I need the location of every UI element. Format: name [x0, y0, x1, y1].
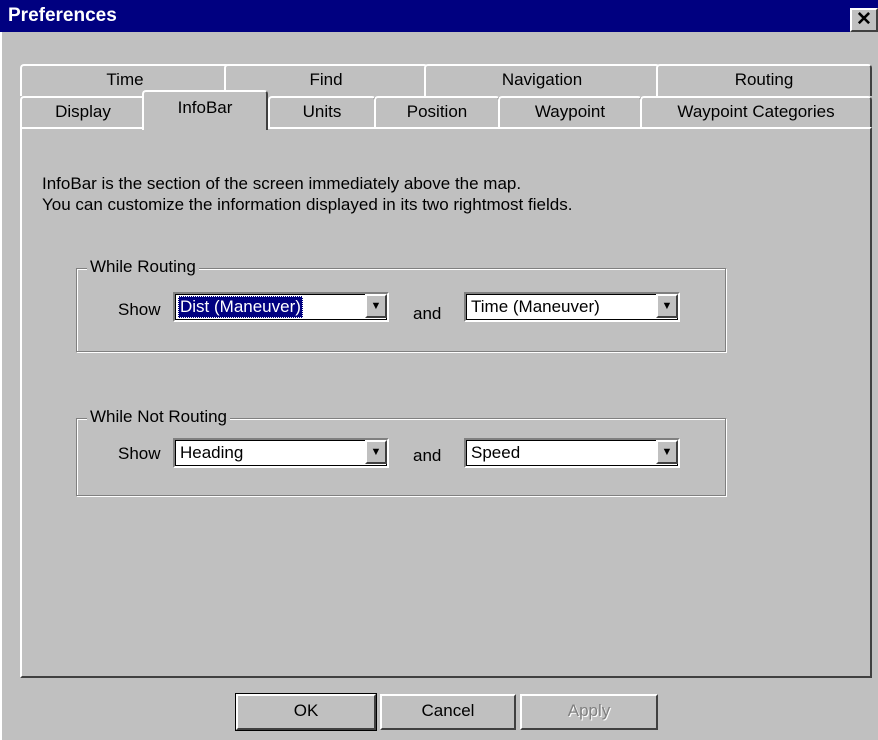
- routing-field2-select[interactable]: Time (Maneuver) ▼: [464, 292, 680, 322]
- tab-label: Waypoint: [534, 102, 606, 121]
- not-routing-field1-value: Heading: [180, 443, 244, 462]
- window-border: [0, 32, 2, 740]
- while-routing-label: While Routing: [87, 257, 199, 277]
- tab-waypoint-categories[interactable]: Waypoint Categories: [640, 96, 872, 128]
- and-label: and: [413, 304, 442, 323]
- tab-navigation[interactable]: Navigation: [424, 64, 660, 96]
- chevron-down-icon[interactable]: ▼: [656, 294, 678, 318]
- tab-label: Routing: [734, 70, 794, 89]
- description-line-2: You can customize the information displa…: [42, 195, 573, 214]
- not-routing-field2-value: Speed: [471, 443, 521, 462]
- chevron-down-icon[interactable]: ▼: [365, 440, 387, 464]
- show-label: Show: [118, 444, 161, 463]
- tab-units[interactable]: Units: [268, 96, 376, 128]
- chevron-down-icon[interactable]: ▼: [365, 294, 387, 318]
- tab-display[interactable]: Display: [20, 96, 146, 128]
- routing-field1-value: Dist (Maneuver): [178, 296, 303, 318]
- tab-label: InfoBar: [177, 98, 233, 117]
- tab-label: Position: [406, 102, 468, 121]
- show-label: Show: [118, 300, 161, 319]
- window-title: Preferences: [8, 5, 117, 26]
- cancel-button[interactable]: Cancel: [380, 694, 516, 730]
- routing-field1-select[interactable]: Dist (Maneuver) ▼: [173, 292, 389, 322]
- tab-label: Find: [309, 70, 343, 89]
- tab-label: Time: [106, 70, 144, 89]
- close-icon[interactable]: ✕: [850, 8, 878, 32]
- tab-routing[interactable]: Routing: [656, 64, 872, 96]
- tab-label: Units: [302, 102, 342, 121]
- not-routing-field2-select[interactable]: Speed ▼: [464, 438, 680, 468]
- chevron-down-icon[interactable]: ▼: [656, 440, 678, 464]
- tab-position[interactable]: Position: [374, 96, 500, 128]
- not-routing-field1-select[interactable]: Heading ▼: [173, 438, 389, 468]
- and-label: and: [413, 446, 442, 465]
- title-bar: Preferences ✕: [0, 0, 878, 32]
- tab-label: Display: [55, 102, 111, 121]
- routing-field2-value: Time (Maneuver): [471, 297, 600, 316]
- tab-label: Waypoint Categories: [677, 102, 835, 121]
- description-line-1: InfoBar is the section of the screen imm…: [42, 174, 522, 193]
- ok-button[interactable]: OK: [235, 693, 377, 731]
- tab-infobar[interactable]: InfoBar: [142, 90, 268, 130]
- tab-waypoint[interactable]: Waypoint: [498, 96, 642, 128]
- tab-label: Navigation: [501, 70, 583, 89]
- apply-button[interactable]: Apply: [520, 694, 658, 730]
- while-not-routing-label: While Not Routing: [87, 407, 231, 427]
